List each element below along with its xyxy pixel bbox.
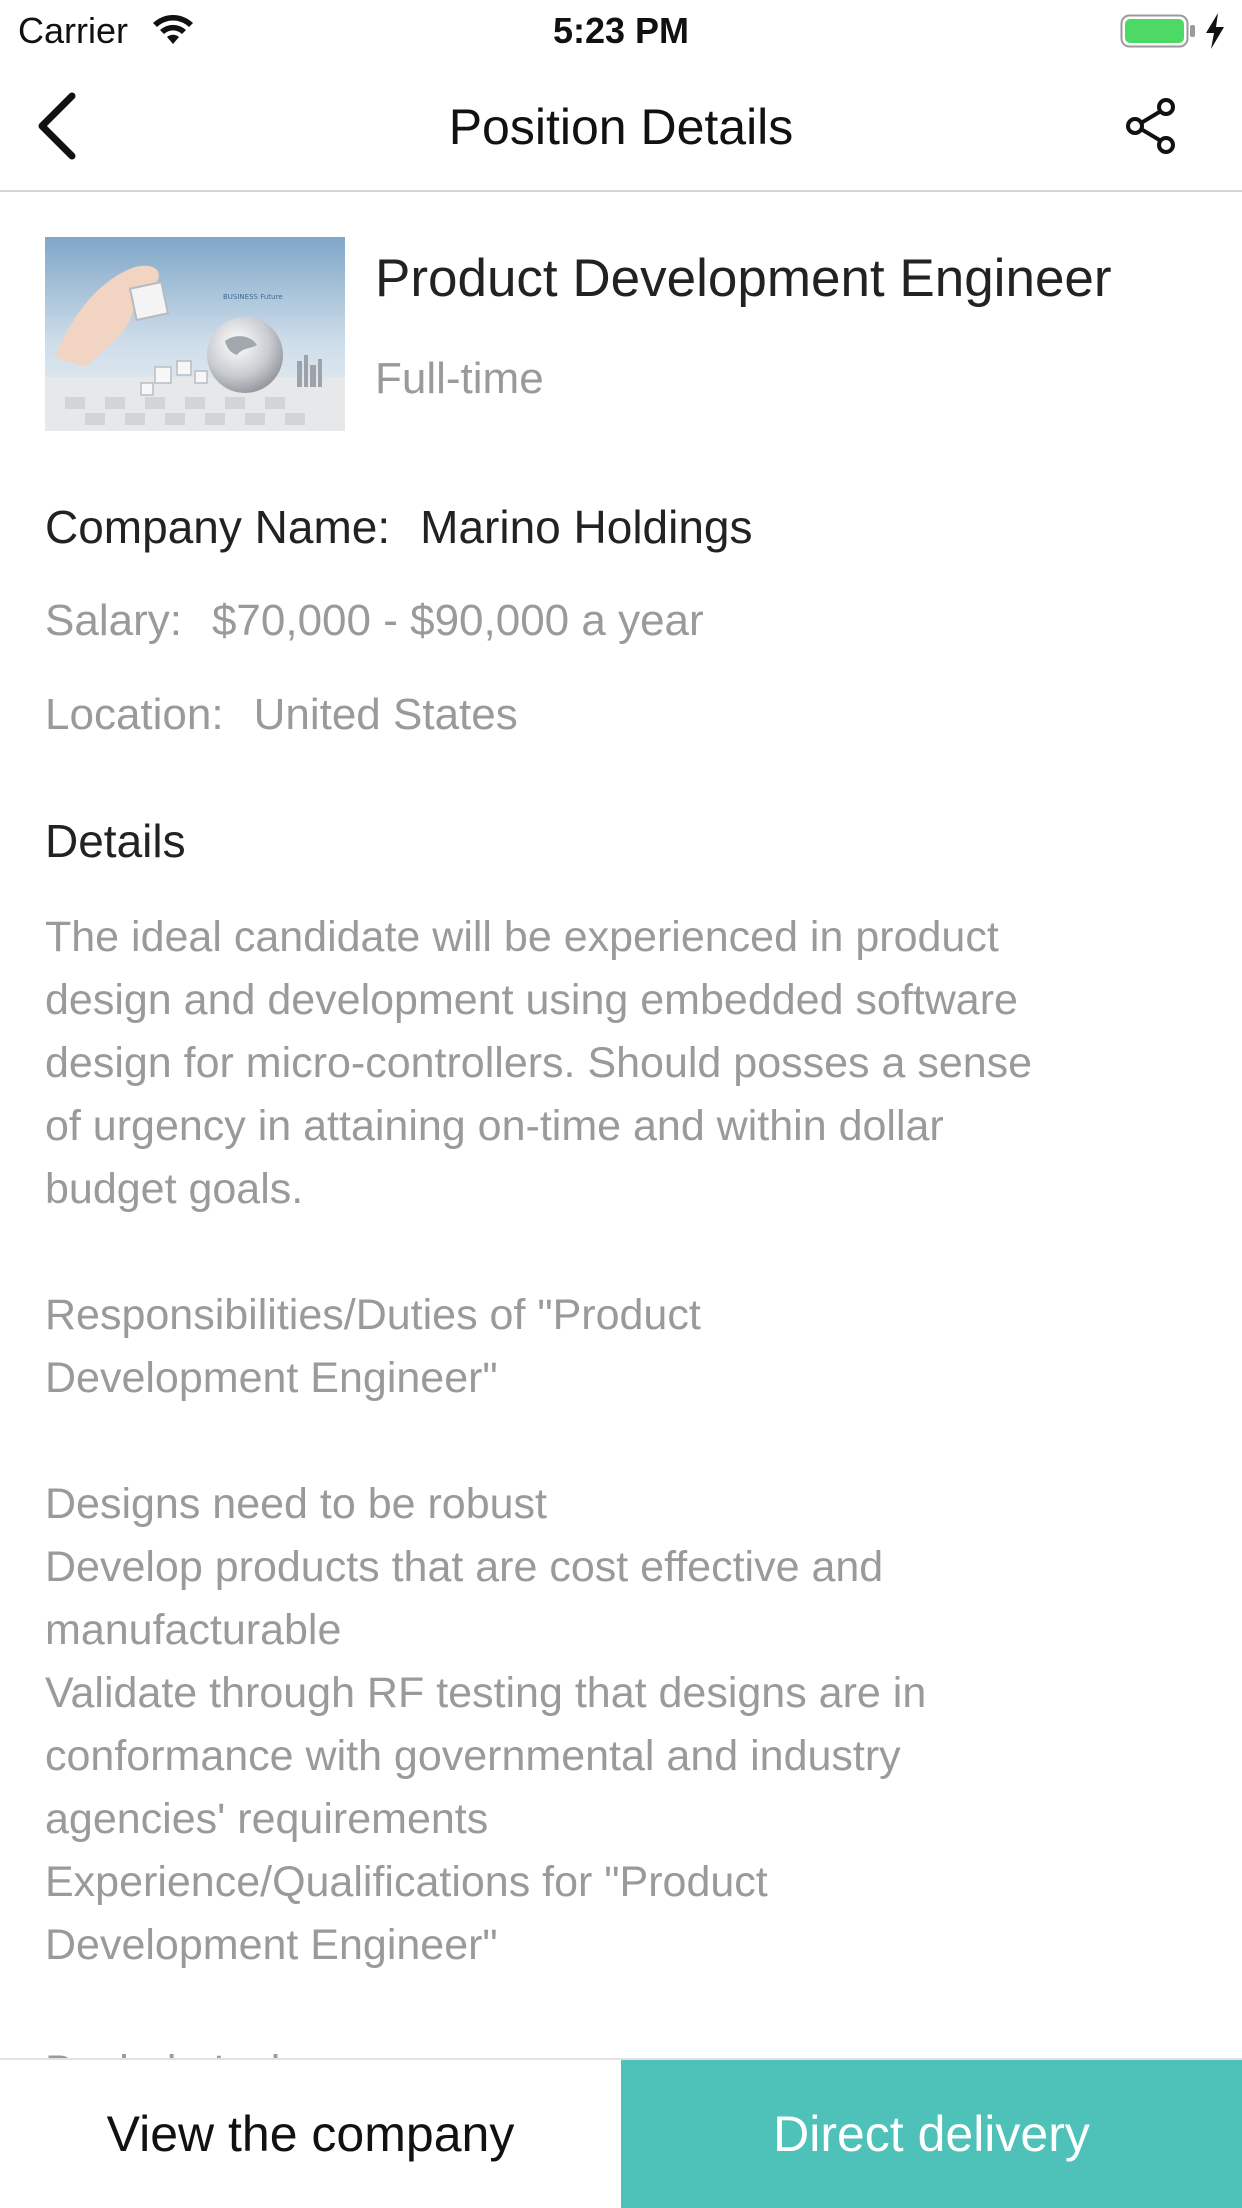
page-title: Position Details [448, 99, 794, 155]
salary-row: Salary: $70,000 - $90,000 a year [45, 596, 704, 646]
details-line: budget goals. [45, 1165, 304, 1213]
details-line: conformance with governmental and indust… [45, 1732, 901, 1780]
details-line: Develop products that are cost effective… [45, 1543, 884, 1591]
status-bar: Carrier 5:23 PM [0, 0, 1242, 62]
job-thumbnail-image: BUSINESS Future [45, 237, 345, 431]
details-line: design for micro-controllers. Should pos… [45, 1039, 1033, 1087]
screen: Carrier 5:23 PM Position Details BUSINES… [0, 0, 1242, 2208]
charging-bolt-icon [1206, 13, 1224, 49]
details-line: Responsibilities/Duties of "Product [45, 1291, 701, 1339]
details-line: Experience/Qualifications for "Product [45, 1858, 768, 1906]
location-label: Location: [45, 690, 224, 739]
details-line: agencies' requirements [45, 1795, 489, 1843]
details-line: The ideal candidate will be experienced … [45, 913, 999, 961]
status-time: 5:23 PM [552, 10, 690, 51]
share-icon[interactable] [1122, 96, 1180, 156]
details-body: The ideal candidate will be experienced … [45, 906, 1205, 2058]
details-line: Designs need to be robust [45, 1480, 547, 1528]
navigation-bar: Position Details [0, 62, 1242, 192]
details-line: design and development using embedded so… [45, 976, 1018, 1024]
details-line-blank [45, 1221, 1205, 1284]
details-line-blank [45, 1977, 1205, 2040]
battery-icon [1120, 14, 1195, 48]
job-title: Product Development Engineer [375, 249, 1112, 308]
salary-label: Salary: [45, 596, 182, 645]
job-detail-content[interactable]: BUSINESS Future Product Development Engi… [0, 194, 1242, 2058]
details-line: Development Engineer" [45, 1921, 498, 1969]
view-company-button[interactable]: View the company [0, 2060, 621, 2208]
details-line-blank [45, 1410, 1205, 1473]
company-name-row: Company Name: Marino Holdings [45, 500, 753, 554]
details-heading: Details [45, 815, 186, 867]
details-line: Bachelor's degree [45, 2040, 1205, 2058]
job-type: Full-time [375, 354, 544, 403]
salary-value: $70,000 - $90,000 a year [211, 596, 704, 645]
location-row: Location: United States [45, 690, 518, 740]
details-line: manufacturable [45, 1606, 342, 1654]
bottom-action-bar: View the company Direct delivery [0, 2058, 1242, 2208]
details-line: Validate through RF testing that designs… [45, 1669, 927, 1717]
direct-delivery-button[interactable]: Direct delivery [621, 2060, 1242, 2208]
location-value: United States [253, 690, 518, 739]
company-name: Marino Holdings [420, 501, 753, 553]
details-line: Development Engineer" [45, 1354, 498, 1402]
details-line: of urgency in attaining on-time and with… [45, 1102, 944, 1150]
company-label: Company Name: [45, 501, 391, 553]
thumbnail-caption: BUSINESS Future [223, 293, 283, 301]
